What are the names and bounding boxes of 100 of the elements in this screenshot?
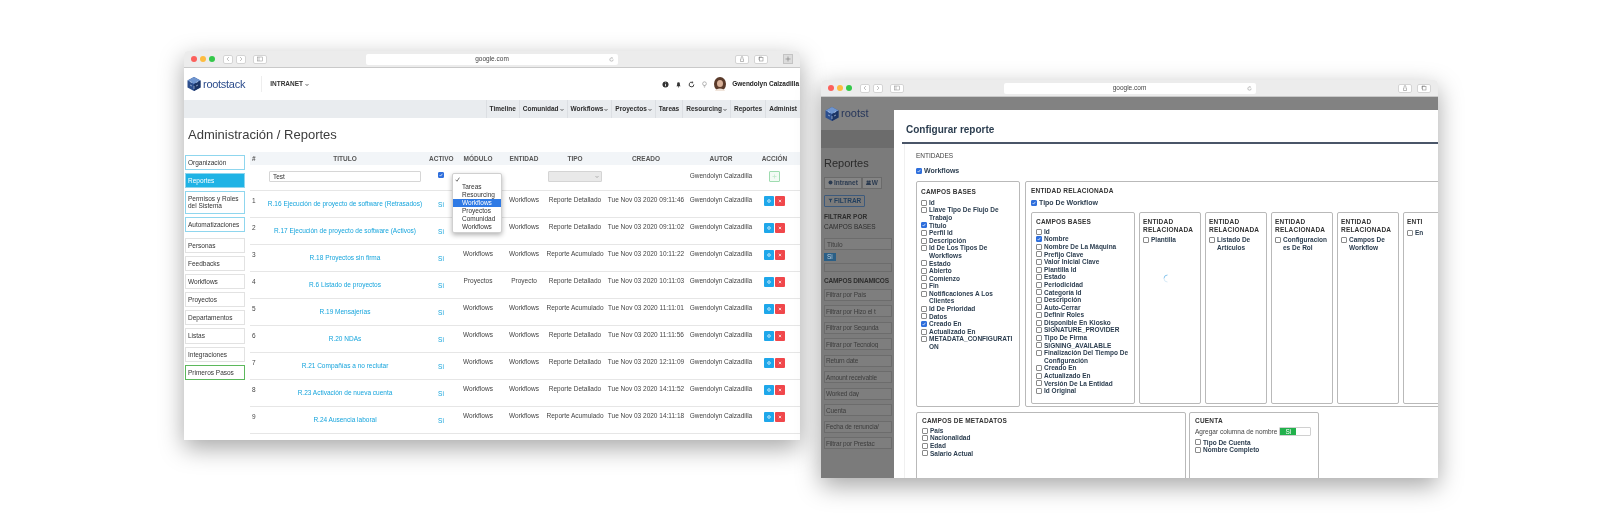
checkbox[interactable] [922, 450, 928, 457]
bell-icon[interactable] [675, 80, 683, 88]
checkbox[interactable] [921, 283, 927, 290]
checkbox[interactable] [1036, 312, 1042, 319]
back-button[interactable] [860, 83, 870, 93]
checkbox[interactable] [921, 305, 927, 312]
check-icon [439, 173, 443, 177]
checkbox[interactable] [1036, 289, 1042, 296]
checkbox[interactable] [921, 222, 927, 229]
check-icon [1037, 237, 1041, 242]
delete-button[interactable] [775, 358, 785, 368]
checkbox[interactable] [1036, 380, 1042, 387]
checkbox[interactable] [438, 172, 444, 178]
checkbox[interactable] [921, 229, 927, 236]
checkbox[interactable] [1143, 237, 1149, 244]
checkbox[interactable] [921, 207, 927, 214]
checkbox[interactable] [1036, 334, 1042, 341]
close-icon [778, 253, 782, 257]
checkbox[interactable] [1036, 350, 1042, 357]
checkbox[interactable] [921, 237, 927, 244]
checkbox[interactable] [922, 442, 928, 449]
checkbox[interactable] [1036, 228, 1042, 235]
checkbox[interactable] [1209, 237, 1215, 244]
checkbox[interactable] [921, 321, 927, 328]
back-button[interactable] [223, 54, 233, 64]
zoom-button[interactable] [846, 85, 852, 91]
checkbox[interactable] [1036, 365, 1042, 372]
checkbox[interactable] [1407, 229, 1413, 236]
checkbox[interactable] [921, 260, 927, 267]
logo-icon [186, 76, 202, 92]
checkbox[interactable] [921, 275, 927, 282]
caret-icon [723, 107, 727, 111]
checkbox[interactable] [921, 245, 927, 252]
checkbox[interactable] [921, 267, 927, 274]
tabs-button[interactable] [754, 54, 768, 64]
checkbox[interactable] [1341, 237, 1347, 244]
people-icon [865, 180, 871, 185]
checkbox[interactable] [1036, 266, 1042, 273]
checkbox[interactable] [922, 435, 928, 442]
checkbox[interactable] [1036, 342, 1042, 349]
delete-button[interactable] [775, 196, 785, 206]
close-icon [778, 307, 782, 311]
chevron-left-icon [862, 85, 868, 91]
delete-button[interactable] [775, 277, 785, 287]
checkbox[interactable] [1036, 304, 1042, 311]
checkbox[interactable] [921, 199, 927, 206]
checkbox[interactable] [1036, 319, 1042, 326]
page-title: Reportes [824, 156, 869, 171]
delete-button[interactable] [775, 250, 785, 260]
forward-button[interactable] [236, 54, 246, 64]
info-icon[interactable] [662, 80, 670, 88]
close-icon [778, 199, 782, 203]
share-button[interactable] [735, 54, 749, 64]
checkbox[interactable] [922, 427, 928, 434]
settings-icon [767, 361, 771, 365]
checkbox[interactable] [1036, 251, 1042, 258]
close-button[interactable] [191, 56, 197, 62]
checkbox[interactable] [1036, 236, 1042, 243]
logo-text: rootst [841, 106, 869, 122]
checkbox[interactable] [916, 168, 922, 174]
tabs-icon [758, 56, 764, 62]
checkbox[interactable] [921, 336, 927, 343]
checkbox[interactable] [1036, 243, 1042, 250]
avatar-icon[interactable] [714, 77, 727, 91]
sidebar-button[interactable] [253, 54, 267, 64]
settings-icon [767, 280, 771, 284]
checkbox[interactable] [921, 313, 927, 320]
checkbox[interactable] [921, 290, 927, 297]
chevron-left-icon [225, 56, 231, 62]
delete-button[interactable] [775, 412, 785, 422]
refresh-icon[interactable] [688, 80, 696, 88]
settings-icon [767, 307, 771, 311]
checkbox[interactable] [1036, 372, 1042, 379]
delete-button[interactable] [775, 385, 785, 395]
checkbox[interactable] [1036, 296, 1042, 303]
checkbox[interactable] [1195, 446, 1201, 453]
checkbox[interactable] [1036, 327, 1042, 334]
checkbox[interactable] [1031, 200, 1037, 206]
checkbox[interactable] [1036, 258, 1042, 265]
tabs-icon [1421, 85, 1427, 91]
checkbox[interactable] [921, 328, 927, 335]
delete-button[interactable] [775, 331, 785, 341]
close-button[interactable] [828, 85, 834, 91]
share-button[interactable] [1398, 83, 1412, 93]
checkbox[interactable] [1036, 388, 1042, 394]
caret-icon [305, 82, 309, 86]
delete-button[interactable] [775, 304, 785, 314]
new-tab-button[interactable] [783, 54, 793, 64]
logo-icon [824, 105, 840, 122]
checkbox[interactable] [1195, 439, 1201, 446]
zoom-button[interactable] [209, 56, 215, 62]
checkbox[interactable] [1036, 274, 1042, 281]
checkbox[interactable] [1275, 237, 1281, 244]
checkbox[interactable] [1036, 281, 1042, 288]
forward-button[interactable] [873, 83, 883, 93]
settings-icon [767, 226, 771, 230]
tabs-button[interactable] [1417, 83, 1431, 93]
delete-button[interactable] [775, 223, 785, 233]
sidebar-button[interactable] [890, 83, 904, 93]
plus-icon [785, 56, 791, 62]
